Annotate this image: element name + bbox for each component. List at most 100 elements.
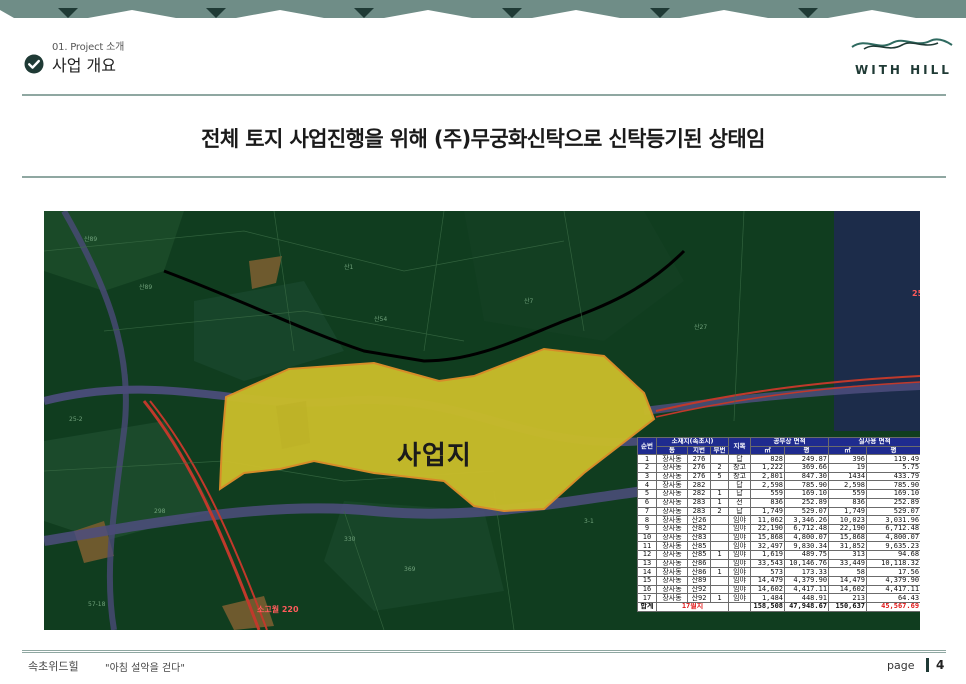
row-actual-m2: 836 <box>828 497 868 508</box>
row-official-py: 785.90 <box>784 480 830 491</box>
row-main-lot: 산26 <box>687 515 711 525</box>
row-actual-m2: 559 <box>828 489 868 499</box>
row-dong: 장사동 <box>656 567 688 577</box>
row-seq: 11 <box>637 541 657 551</box>
road-label: 소고월 220 <box>257 605 299 614</box>
total-actual-m2: 150,637 <box>828 602 868 612</box>
table-row: 13 장사동 산86 임야 33,543 10,146.76 33,449 10,118.32 <box>637 558 920 569</box>
section-subtitle: 01. Project 소개 <box>52 42 125 53</box>
row-category: 임야 <box>728 593 752 604</box>
row-actual-py: 94.68 <box>866 549 920 560</box>
footer-company: 속초위드힐 <box>28 660 79 673</box>
total-actual-py: 45,567.69 <box>866 602 920 612</box>
row-dong: 장사동 <box>656 558 688 569</box>
row-sub-lot <box>709 480 730 491</box>
table-row: 8 장사동 산26 임야 11,062 3,346.26 10,023 3,031.96 <box>637 515 920 525</box>
road-label-2: 25 <box>912 289 920 298</box>
col-category: 지목 <box>728 436 752 456</box>
row-actual-m2: 1,749 <box>828 506 868 517</box>
table-header-row: 순번 소재지(속초시) 지목 공부상 면적 실사용 면적 <box>637 436 920 456</box>
row-category: 답 <box>728 489 752 499</box>
total-label: 합계 <box>637 602 657 612</box>
total-category <box>728 602 752 612</box>
row-actual-m2: 15,868 <box>828 532 868 543</box>
row-main-lot: 276 <box>687 471 711 482</box>
row-actual-py: 529.07 <box>866 506 920 517</box>
row-official-m2: 14,602 <box>750 584 786 595</box>
row-seq: 3 <box>637 471 657 482</box>
row-actual-m2: 313 <box>828 549 868 560</box>
row-seq: 13 <box>637 558 657 569</box>
svg-text:산89: 산89 <box>139 283 152 291</box>
row-dong: 장사동 <box>656 541 688 551</box>
row-official-m2: 11,062 <box>750 515 786 525</box>
svg-text:330: 330 <box>344 536 356 543</box>
row-seq: 16 <box>637 584 657 595</box>
row-seq: 7 <box>637 506 657 517</box>
row-actual-py: 3,031.96 <box>866 515 920 525</box>
row-main-lot: 276 <box>687 454 711 465</box>
row-actual-py: 10,118.32 <box>866 558 920 569</box>
row-actual-py: 785.90 <box>866 480 920 491</box>
row-actual-py: 169.10 <box>866 489 920 499</box>
row-official-m2: 828 <box>750 454 786 465</box>
row-dong: 장사동 <box>656 489 688 499</box>
row-sub-lot <box>709 541 730 551</box>
row-sub-lot: 1 <box>709 593 730 604</box>
row-seq: 2 <box>637 463 657 473</box>
row-official-py: 6,712.48 <box>784 523 830 534</box>
row-sub-lot: 5 <box>709 471 730 482</box>
col-official-area: 공부상 면적 <box>750 437 830 447</box>
col-official-m2: ㎡ <box>750 445 786 456</box>
row-main-lot: 282 <box>687 480 711 491</box>
row-main-lot: 283 <box>687 497 711 508</box>
row-dong: 장사동 <box>656 576 688 586</box>
row-official-m2: 1,749 <box>750 506 786 517</box>
col-actual-py: 평 <box>866 445 920 456</box>
section-header: 사업 개요 <box>24 52 116 76</box>
row-main-lot: 산85 <box>687 549 711 560</box>
row-actual-m2: 58 <box>828 567 868 577</box>
row-seq: 14 <box>637 567 657 577</box>
footer-divider <box>22 650 946 653</box>
row-dong: 장사동 <box>656 584 688 595</box>
row-actual-py: 433.79 <box>866 471 920 482</box>
table-row: 5 장사동 282 1 답 559 169.10 559 169.10 <box>637 489 920 499</box>
row-main-lot: 산86 <box>687 567 711 577</box>
table-row: 17 장사동 산92 1 임야 1,484 448.91 213 64.43 <box>637 593 920 604</box>
table-row: 14 장사동 산86 1 임야 573 173.33 58 17.56 <box>637 567 920 577</box>
row-dong: 장사동 <box>656 471 688 482</box>
table-row: 3 장사동 276 5 창고 2,801 847.30 1434 433.79 <box>637 471 920 482</box>
headline-divider <box>22 176 946 178</box>
row-official-m2: 573 <box>750 567 786 577</box>
row-category: 답 <box>728 480 752 491</box>
row-category: 창고 <box>728 471 752 482</box>
row-official-m2: 15,868 <box>750 532 786 543</box>
row-official-m2: 559 <box>750 489 786 499</box>
row-dong: 장사동 <box>656 454 688 465</box>
row-actual-m2: 33,449 <box>828 558 868 569</box>
row-dong: 장사동 <box>656 480 688 491</box>
row-official-py: 4,800.07 <box>784 532 830 543</box>
row-official-py: 369.66 <box>784 463 830 473</box>
row-category: 답 <box>728 454 752 465</box>
row-seq: 5 <box>637 489 657 499</box>
row-official-py: 4,417.11 <box>784 584 830 595</box>
site-label: 사업지 <box>397 441 472 471</box>
total-official-m2: 158,508 <box>750 602 786 612</box>
row-actual-m2: 19 <box>828 463 868 473</box>
row-sub-lot: 1 <box>709 549 730 560</box>
svg-text:산1: 산1 <box>344 263 354 271</box>
row-seq: 6 <box>637 497 657 508</box>
table-row: 15 장사동 산89 임야 14,479 4,379.90 14,479 4,379.90 <box>637 576 920 586</box>
row-main-lot: 산86 <box>687 558 711 569</box>
row-official-m2: 836 <box>750 497 786 508</box>
row-seq: 1 <box>637 454 657 465</box>
row-official-py: 169.10 <box>784 489 830 499</box>
row-sub-lot: 2 <box>709 463 730 473</box>
row-seq: 10 <box>637 532 657 543</box>
row-category: 임야 <box>728 576 752 586</box>
brand-logo-text: WITH HILL <box>855 63 952 77</box>
row-official-py: 489.75 <box>784 549 830 560</box>
row-seq: 9 <box>637 523 657 534</box>
